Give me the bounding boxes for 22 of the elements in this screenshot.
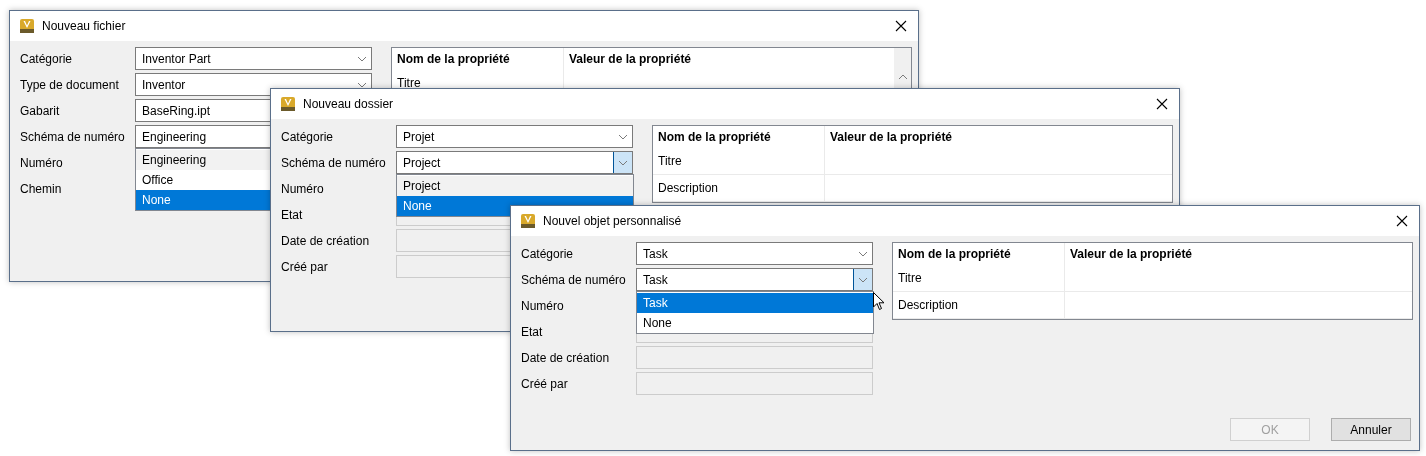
field-label: Catégorie	[20, 51, 74, 66]
field-label: Etat	[281, 207, 304, 222]
field-label: Date de création	[521, 350, 611, 365]
field-label: Schéma de numéro	[521, 272, 627, 287]
field-label: Numéro	[521, 298, 565, 313]
field-label: Date de création	[281, 233, 371, 248]
field-label: Schéma de numéro	[20, 129, 126, 144]
table-cell: Description	[653, 175, 825, 201]
table-cell: Description	[893, 292, 1065, 318]
field-label: Type de document	[20, 77, 120, 92]
table-cell: Titre	[893, 265, 1065, 291]
window-title: Nouvel objet personnalisé	[543, 214, 683, 228]
window-title: Nouveau fichier	[42, 19, 127, 33]
field-label: Catégorie	[521, 246, 575, 261]
field-label: Gabarit	[20, 103, 61, 118]
table-cell: Titre	[653, 148, 825, 174]
field-label: Numéro	[20, 155, 64, 170]
field-label: Etat	[521, 324, 544, 339]
field-label: Catégorie	[281, 129, 335, 144]
field-label: Chemin	[20, 181, 63, 196]
field-label: Créé par	[281, 259, 329, 274]
field-label: Créé par	[521, 376, 569, 391]
